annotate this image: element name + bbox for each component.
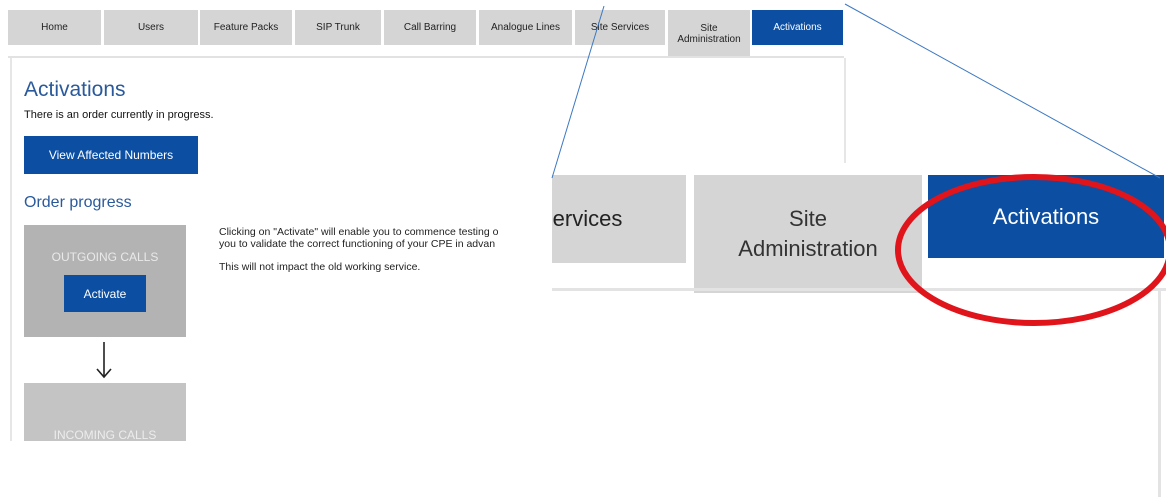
- tab-users[interactable]: Users: [104, 10, 198, 45]
- activate-button[interactable]: Activate: [64, 275, 146, 312]
- order-progress-heading: Order progress: [24, 194, 132, 211]
- zoom-callout: Services Site Administration Activations: [552, 163, 1166, 497]
- zoom-panel-border: [1158, 291, 1161, 497]
- tab-site-services[interactable]: Site Services: [575, 10, 665, 45]
- zoom-tab-activations[interactable]: Activations: [928, 175, 1164, 258]
- tab-site-administration[interactable]: Site Administration: [668, 10, 750, 57]
- outgoing-calls-label: OUTGOING CALLS: [51, 250, 159, 264]
- tab-analogue-lines[interactable]: Analogue Lines: [479, 10, 572, 45]
- zoom-tab-site-administration[interactable]: Site Administration: [694, 175, 922, 293]
- incoming-calls-label: INCOMING CALLS: [53, 428, 157, 441]
- tab-feature-packs[interactable]: Feature Packs: [200, 10, 292, 45]
- view-affected-numbers-button[interactable]: View Affected Numbers: [24, 136, 198, 174]
- incoming-calls-step: INCOMING CALLS: [24, 383, 186, 441]
- zoom-tab-site-services[interactable]: Services: [552, 175, 686, 263]
- arrow-down-icon: [96, 342, 112, 379]
- callout-line-right: [844, 3, 1161, 179]
- tab-home[interactable]: Home: [8, 10, 101, 45]
- tab-sip-trunk[interactable]: SIP Trunk: [295, 10, 381, 45]
- zoom-nav-divider: [552, 288, 1166, 291]
- activation-description-line-1: Clicking on "Activate" will enable you t…: [219, 226, 499, 238]
- activation-description-line-3: This will not impact the old working ser…: [219, 261, 421, 273]
- page-title: Activations: [24, 78, 126, 101]
- activation-description-line-2: you to validate the correct functioning …: [219, 238, 496, 250]
- order-status-text: There is an order currently in progress.: [24, 109, 214, 121]
- tab-call-barring[interactable]: Call Barring: [384, 10, 476, 45]
- outgoing-calls-step: OUTGOING CALLS Activate: [24, 225, 186, 337]
- tab-activations[interactable]: Activations: [752, 10, 843, 45]
- screenshot-crop-edge: [0, 441, 560, 497]
